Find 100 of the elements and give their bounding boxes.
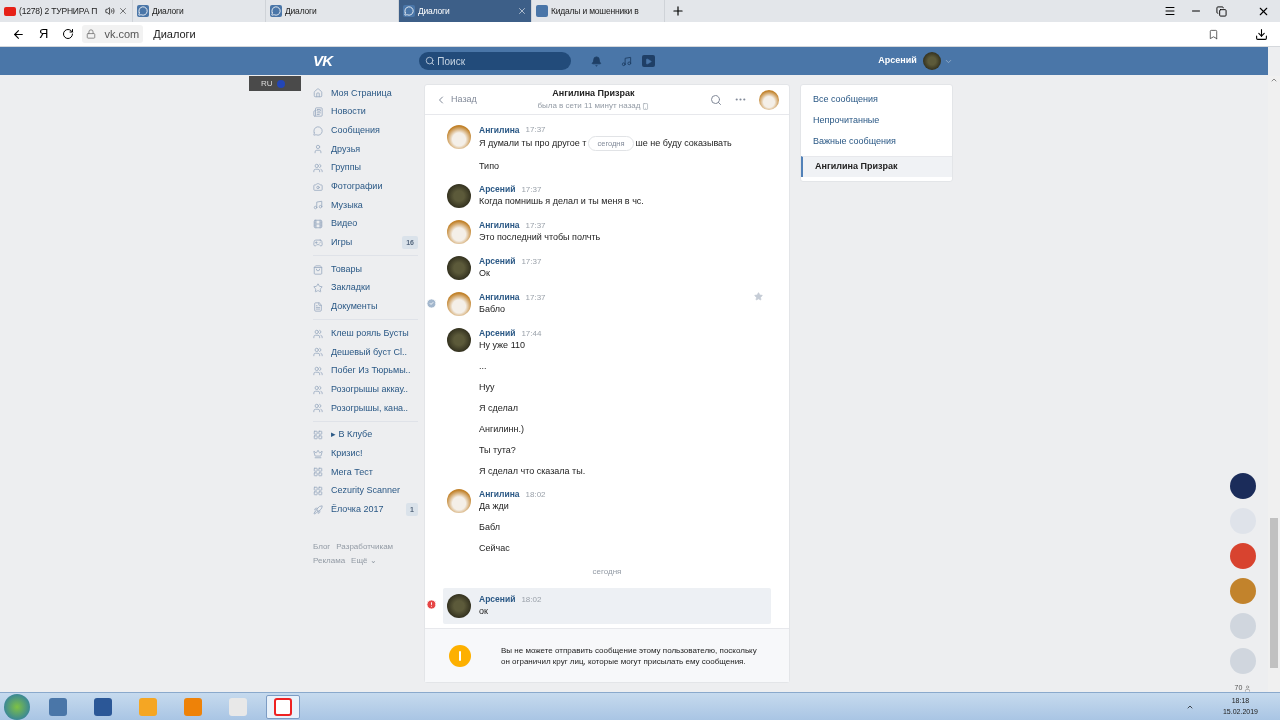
message-text: ше не буду соказывать <box>635 137 732 150</box>
sidebar-item[interactable]: Розогрышы, кана.. <box>313 399 418 418</box>
sidebar-item[interactable]: Документы <box>313 297 418 317</box>
filter-item[interactable]: Все сообщения <box>801 89 952 110</box>
message-text: Бабло <box>479 303 507 315</box>
sidebar-icon <box>313 301 323 312</box>
logo[interactable]: VK <box>313 49 333 73</box>
back-button[interactable]: Назад <box>435 92 477 107</box>
avatar <box>447 594 471 618</box>
search-icon[interactable] <box>710 93 722 106</box>
music-icon[interactable] <box>621 55 633 67</box>
language-bar[interactable]: RU <box>249 76 301 91</box>
user-name[interactable]: Арсений <box>878 54 917 68</box>
sidebar-icon <box>313 504 323 515</box>
sidebar-icon <box>313 328 323 339</box>
scroll-up-icon[interactable] <box>1270 76 1278 84</box>
bookmark-icon[interactable] <box>1208 28 1219 40</box>
author-name[interactable]: Ангилина <box>479 123 520 137</box>
bell-icon[interactable] <box>591 55 603 67</box>
avatar <box>447 292 471 316</box>
sidebar-icon <box>313 237 323 248</box>
help-icon <box>276 79 285 88</box>
sidebar-icon <box>313 403 323 414</box>
sidebar-item[interactable]: Мега Тест <box>313 463 418 482</box>
sidebar-item[interactable]: Закладки <box>313 278 418 298</box>
sidebar-icon <box>313 283 323 294</box>
author-name[interactable]: Арсений <box>479 327 516 340</box>
app-icon[interactable] <box>1230 473 1256 499</box>
sidebar-icon <box>313 125 323 136</box>
sidebar-item[interactable]: Розогрышы аккау.. <box>313 380 418 399</box>
conversation-item[interactable]: Ангилина Призрак <box>801 156 952 177</box>
sidebar-item[interactable]: Группы <box>313 158 418 178</box>
sidebar-icon <box>313 347 323 358</box>
author-name[interactable]: Ангилина <box>479 219 520 232</box>
author-name[interactable]: Арсений <box>479 255 516 268</box>
message-time: 17:37 <box>521 255 542 268</box>
sidebar-icon <box>313 264 323 275</box>
back-icon[interactable] <box>12 27 25 41</box>
message-text: Сейчас <box>479 542 511 554</box>
taskbar-app[interactable] <box>266 694 300 719</box>
sidebar-icon <box>313 384 323 395</box>
reload-icon[interactable] <box>62 28 75 40</box>
browser-tab[interactable]: Диалоги <box>399 0 532 22</box>
sidebar-item[interactable]: Новости <box>313 102 418 122</box>
restore-icon[interactable] <box>1216 5 1227 17</box>
sidebar-icon <box>313 365 323 376</box>
sidebar-item[interactable]: Кризис! <box>313 444 418 464</box>
chat-title: Ангилина Призрак <box>552 86 635 100</box>
menu-icon[interactable] <box>1164 5 1176 17</box>
filter-item[interactable]: Важные сообщения <box>801 131 952 152</box>
person-icon <box>1244 684 1252 692</box>
author-name[interactable]: Ангилина <box>479 488 520 501</box>
author-name[interactable]: Ангилина <box>479 291 520 304</box>
message-text: Я сделал что сказала ты. <box>479 465 586 477</box>
sidebar-item[interactable]: Клеш рояль Бусты <box>313 324 418 343</box>
download-icon[interactable] <box>1255 27 1268 41</box>
sidebar-item[interactable]: Музыка <box>313 196 418 215</box>
message-time: 18:02 <box>525 488 546 501</box>
message-text: Я сделал <box>479 402 519 414</box>
sidebar-item[interactable]: Cezurity Scanner <box>313 481 418 501</box>
avatar <box>447 184 471 208</box>
sidebar-item[interactable]: ▸ В Клубе <box>313 425 418 445</box>
video-site-icon <box>4 6 16 16</box>
sidebar-item[interactable]: Моя Страница <box>313 84 418 103</box>
scrollbar-thumb[interactable] <box>1270 518 1278 668</box>
filter-item[interactable]: Непрочитанные <box>801 110 952 131</box>
sidebar-item[interactable]: Дешевый буст Cl.. <box>313 342 418 362</box>
message-text: Ты тута? <box>479 444 517 456</box>
author-name[interactable]: Арсений <box>479 593 516 606</box>
chat-status: была в сети 11 минут назад <box>537 100 641 113</box>
message-text: Ок <box>479 267 491 279</box>
sidebar-icon <box>313 107 323 118</box>
sidebar-icon <box>313 144 323 155</box>
message-text: ... <box>479 360 488 372</box>
sidebar-item[interactable]: Побег Из Тюрьмы.. <box>313 361 418 381</box>
avatar <box>447 489 471 513</box>
author-name[interactable]: Арсений <box>479 183 516 196</box>
play-icon[interactable] <box>642 55 656 67</box>
message-time: 17:44 <box>521 327 542 340</box>
star-icon[interactable] <box>754 292 763 301</box>
sidebar-item[interactable]: Сообщения <box>313 121 418 141</box>
message-text: Ангилинн.) <box>479 423 525 435</box>
sidebar-icon <box>313 88 323 99</box>
address-field[interactable]: vk.com <box>82 25 144 43</box>
sidebar-item[interactable]: Видео <box>313 214 418 234</box>
check-icon[interactable] <box>426 298 437 309</box>
sidebar-icon <box>313 163 323 174</box>
language-label: RU <box>261 77 273 90</box>
sidebar-icon <box>313 467 323 478</box>
sidebar-item[interactable]: Товары <box>313 260 418 279</box>
lock-icon <box>86 29 97 39</box>
start-button[interactable] <box>4 693 30 720</box>
sidebar-item[interactable]: Фотографии <box>313 177 418 197</box>
sidebar-icon <box>313 200 323 211</box>
yandex-button[interactable]: Я <box>39 24 49 44</box>
sidebar-item[interactable]: Друзья <box>313 140 418 159</box>
search-field[interactable]: Поиск <box>419 52 572 70</box>
message-time: 18:02 <box>521 593 542 606</box>
new-tab-icon[interactable] <box>671 4 685 18</box>
chat-bubble-icon <box>270 5 282 17</box>
